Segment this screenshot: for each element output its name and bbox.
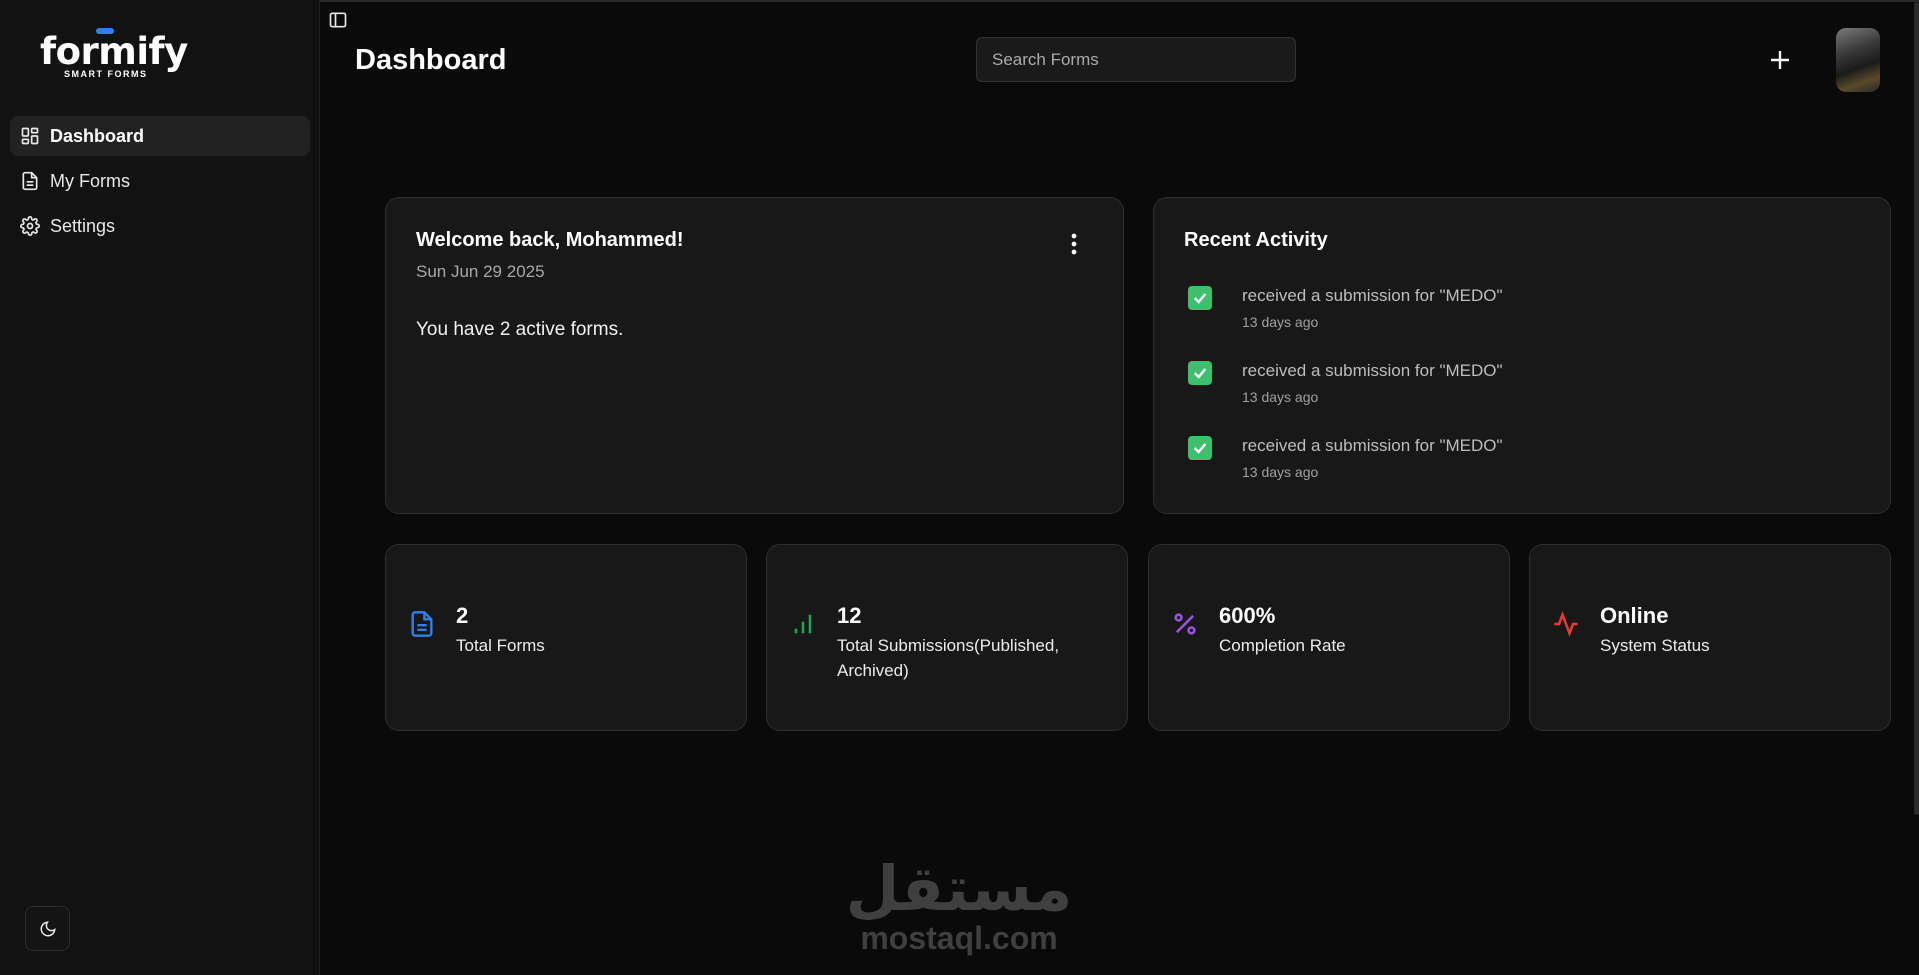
formify-logo[interactable]: formify SMART FORMS — [40, 28, 188, 80]
gear-icon — [20, 216, 40, 236]
welcome-card: Welcome back, Mohammed! Sun Jun 29 2025 … — [385, 197, 1124, 514]
stat-value: Online — [1600, 603, 1669, 628]
moon-icon — [40, 920, 56, 936]
more-options-button[interactable] — [1062, 230, 1086, 258]
stat-label: System Status — [1600, 636, 1710, 655]
checkbox-checked-icon — [1188, 361, 1212, 385]
add-form-button[interactable] — [1764, 44, 1796, 76]
sidebar: formify SMART FORMS Dashboard My Forms S… — [0, 0, 320, 975]
sidebar-item-label: My Forms — [50, 170, 130, 191]
watermark-arabic-text: مستقل — [845, 852, 1073, 925]
plus-icon — [1771, 51, 1789, 69]
search-input[interactable] — [976, 37, 1296, 82]
activity-pulse-icon — [1554, 611, 1578, 637]
dashboard-grid-icon — [21, 127, 39, 145]
checkbox-checked-icon — [1188, 436, 1212, 460]
watermark-latin-text: mostaql.com — [860, 920, 1058, 956]
stat-card-total-submissions: 12 Total Submissions(Published, Archived… — [766, 544, 1128, 731]
bar-chart-icon — [794, 614, 812, 634]
stat-card-system-status: Online System Status — [1529, 544, 1891, 731]
mostaql-watermark: مستقل mostaql.com — [843, 858, 1075, 958]
activity-text: received a submission for "MEDO" — [1242, 361, 1503, 380]
sidebar-item-dashboard[interactable]: Dashboard — [10, 116, 310, 156]
percent-icon — [1174, 613, 1196, 635]
stat-label: Total Forms — [456, 636, 545, 655]
welcome-title: Welcome back, Mohammed! — [416, 229, 684, 251]
stat-label: Completion Rate — [1219, 636, 1346, 655]
list-item: received a submission for "MEDO" 13 days… — [1188, 434, 1788, 484]
sidebar-item-label: Settings — [50, 215, 116, 236]
welcome-date: Sun Jun 29 2025 — [416, 262, 545, 281]
activity-time: 13 days ago — [1242, 314, 1319, 330]
document-icon — [22, 171, 38, 191]
sidebar-item-label: Dashboard — [50, 125, 145, 146]
activity-text: received a submission for "MEDO" — [1242, 286, 1503, 305]
activity-time: 13 days ago — [1242, 389, 1319, 405]
page-scrollbar[interactable] — [1914, 2, 1919, 815]
checkbox-checked-icon — [1188, 286, 1212, 310]
recent-activity-card: Recent Activity received a submission fo… — [1153, 197, 1891, 514]
activity-time: 13 days ago — [1242, 464, 1319, 480]
stat-value: 12 — [837, 603, 862, 628]
page-title: Dashboard — [355, 44, 507, 76]
stat-card-total-forms: 2 Total Forms — [385, 544, 747, 731]
stat-value: 2 — [456, 603, 469, 628]
more-vertical-icon — [1071, 233, 1077, 255]
stat-card-completion-rate: 600% Completion Rate — [1148, 544, 1510, 731]
stat-label: Total Submissions(Published, Archived) — [837, 636, 1060, 680]
sidebar-item-settings[interactable]: Settings — [10, 206, 310, 246]
stat-value: 600% — [1219, 603, 1276, 628]
list-item: received a submission for "MEDO" 13 days… — [1188, 359, 1788, 409]
document-icon — [411, 611, 433, 637]
activity-text: received a submission for "MEDO" — [1242, 436, 1503, 455]
avatar[interactable] — [1836, 28, 1880, 92]
logo-subtitle: SMART FORMS — [64, 69, 148, 79]
active-forms-message: You have 2 active forms. — [416, 319, 624, 340]
theme-toggle-button[interactable] — [25, 906, 70, 951]
sidebar-toggle-icon[interactable] — [328, 10, 348, 30]
sidebar-item-my-forms[interactable]: My Forms — [10, 161, 310, 201]
recent-activity-title: Recent Activity — [1184, 229, 1328, 251]
list-item: received a submission for "MEDO" 13 days… — [1188, 284, 1788, 334]
sidebar-nav: Dashboard My Forms Settings — [10, 116, 310, 251]
logo-wordmark: formify — [40, 30, 188, 73]
